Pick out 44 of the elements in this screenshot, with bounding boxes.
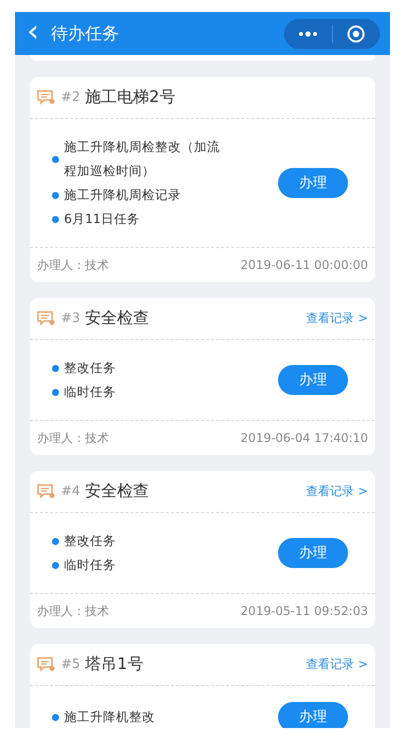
bullet-icon: [52, 538, 59, 544]
handle-button[interactable]: 办理: [278, 168, 348, 198]
bullet-icon: [52, 714, 59, 720]
handle-button[interactable]: 办理: [278, 538, 348, 568]
task-title: 安全检查: [85, 481, 150, 502]
handler-label: 办理人：技术: [37, 430, 109, 446]
task-title: 安全检查: [85, 308, 150, 329]
back-button[interactable]: ‹: [27, 16, 39, 46]
handle-button[interactable]: 办理: [278, 365, 348, 395]
task-item: 整改任务: [64, 359, 116, 377]
task-number: #2: [61, 90, 80, 105]
task-time: 2019-05-11 09:52:03: [240, 604, 368, 618]
task-item: 整改任务: [64, 532, 116, 550]
page-title: 待办任务: [51, 23, 120, 45]
view-records-link[interactable]: 查看记录 >: [306, 310, 368, 327]
task-time: 2019-06-11 00:00:00: [240, 258, 368, 272]
task-number: #4: [61, 484, 80, 499]
task-item: 施工升降机周检记录: [64, 186, 181, 204]
more-icon[interactable]: [298, 30, 318, 36]
handle-button[interactable]: 办理: [278, 702, 348, 728]
task-title: 施工电梯2号: [85, 87, 176, 108]
bullet-icon: [52, 364, 59, 372]
task-item: 临时任务: [64, 556, 116, 574]
task-title: 塔吊1号: [85, 654, 144, 675]
bullet-icon: [52, 216, 59, 222]
message-icon: [37, 657, 55, 672]
bullet-icon: [52, 562, 59, 568]
message-icon: [37, 90, 55, 105]
bullet-icon: [52, 192, 59, 198]
view-records-link[interactable]: 查看记录 >: [306, 483, 368, 500]
task-item: 施工升降机周检整改（加流程加巡检时间）: [64, 138, 221, 180]
message-icon: [37, 311, 55, 326]
task-item: 临时任务: [64, 383, 116, 401]
task-item: 6月11日任务: [64, 210, 140, 228]
task-item: 施工升降机整改: [64, 708, 155, 726]
handler-label: 办理人：技术: [37, 602, 109, 620]
task-time: 2019-06-04 17:40:10: [240, 431, 368, 445]
task-number: #5: [61, 657, 80, 672]
view-records-link[interactable]: 查看记录 >: [306, 656, 368, 673]
task-number: #3: [61, 311, 80, 326]
bullet-icon: [52, 156, 59, 162]
message-icon: [37, 484, 55, 499]
handler-label: 办理人：技术: [37, 256, 109, 274]
bullet-icon: [52, 388, 59, 396]
